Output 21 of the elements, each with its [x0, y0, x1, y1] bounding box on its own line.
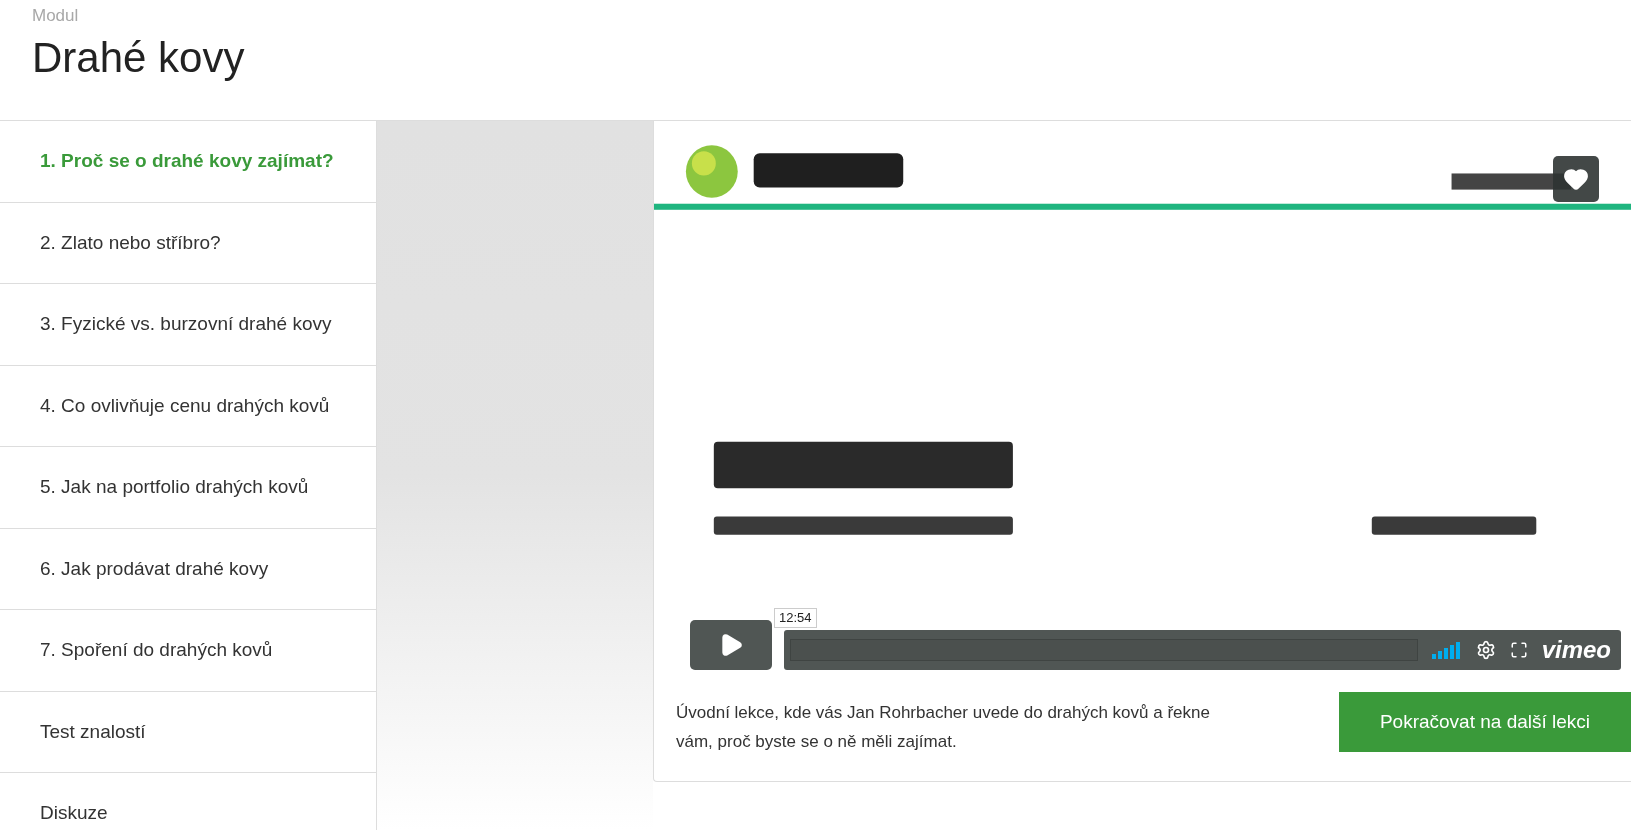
vimeo-logo[interactable]: vimeo	[1541, 638, 1611, 662]
settings-icon[interactable]	[1475, 640, 1496, 660]
time-tooltip: 12:54	[774, 608, 817, 628]
lesson-link[interactable]: 1. Proč se o drahé kovy zajímat?	[0, 121, 376, 203]
lesson-link[interactable]: 4. Co ovlivňuje cenu drahých kovů	[0, 365, 376, 447]
heart-icon	[1563, 166, 1589, 192]
fullscreen-icon[interactable]	[1509, 641, 1528, 659]
lesson-link[interactable]: 6. Jak prodávat drahé kovy	[0, 528, 376, 610]
page-title: Drahé kovy	[32, 33, 245, 83]
lesson-link[interactable]: Diskuze	[0, 773, 376, 830]
next-lesson-button[interactable]: Pokračovat na další lekci	[1339, 692, 1631, 752]
signal-bars-icon	[1431, 641, 1462, 659]
play-button[interactable]	[690, 620, 772, 670]
lesson-link[interactable]: Test znalostí	[0, 691, 376, 773]
lesson-link[interactable]: 2. Zlato nebo stříbro?	[0, 202, 376, 284]
lesson-link[interactable]: 7. Spoření do drahých kovů	[0, 610, 376, 692]
lesson-link[interactable]: 3. Fyzické vs. burzovní drahé kovy	[0, 284, 376, 366]
lesson-link[interactable]: 5. Jak na portfolio drahých kovů	[0, 447, 376, 529]
like-button[interactable]	[1553, 156, 1599, 202]
lesson-description: Úvodní lekce, kde vás Jan Rohrbacher uvede do drahých kovů a řekne vám, proč byste se o ně měli zajímat.	[676, 702, 1211, 753]
module-label: Modul	[32, 5, 80, 27]
